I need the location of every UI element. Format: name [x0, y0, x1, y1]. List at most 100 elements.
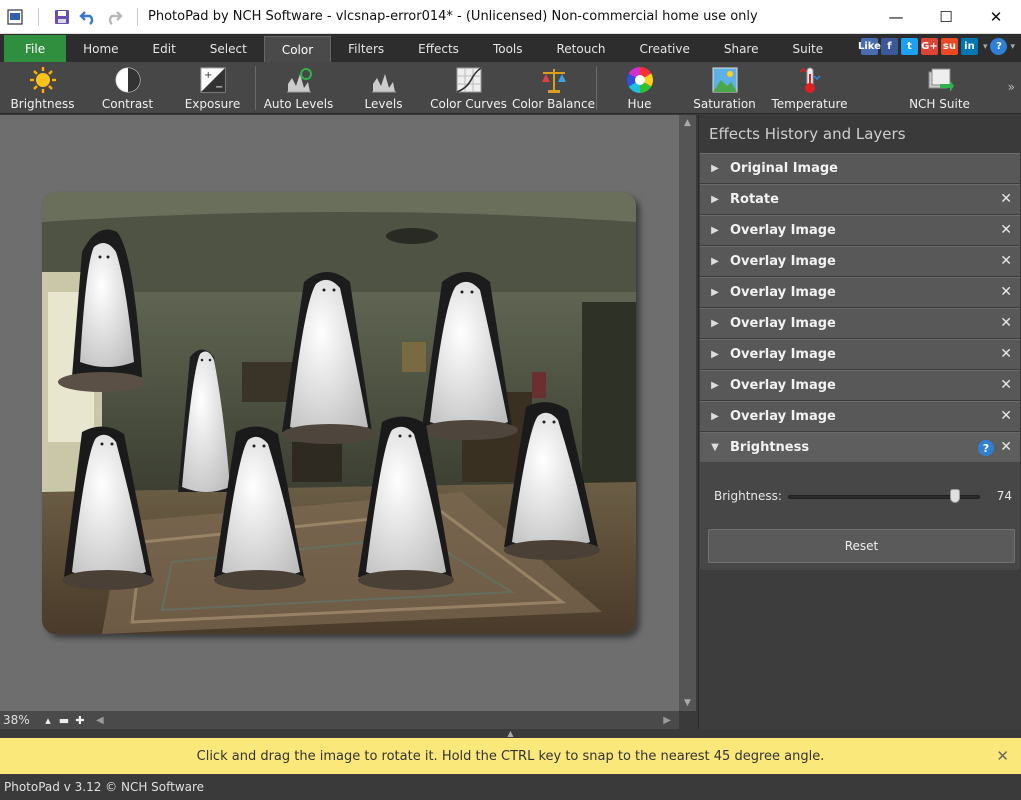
collapse-triangle-icon[interactable]: ▼	[700, 442, 730, 453]
tab-file[interactable]: File	[4, 35, 67, 62]
facebook-icon[interactable]: f	[880, 38, 898, 55]
close-icon[interactable]: ✕	[996, 747, 1009, 765]
minimize-button[interactable]: —	[871, 0, 921, 34]
brightness-slider-label: Brightness:	[714, 489, 782, 503]
zoom-dropdown-icon[interactable]: ▴	[40, 712, 56, 728]
expand-triangle-icon[interactable]: ▶	[700, 318, 730, 329]
auto-levels-tool[interactable]: Auto Levels	[256, 62, 341, 114]
layer-row[interactable]: ▶ Rotate ✕	[700, 184, 1020, 214]
app-icon[interactable]	[6, 8, 24, 26]
nch-suite-tool[interactable]: NCH Suite	[897, 62, 982, 114]
scroll-up-icon[interactable]: ▲	[679, 115, 696, 131]
temperature-tool[interactable]: Temperature	[767, 62, 852, 114]
window-title: PhotoPad by NCH Software - vlcsnap-error…	[148, 9, 758, 24]
brightness-tool-label: Brightness	[10, 97, 75, 111]
tab-suite[interactable]: Suite	[776, 36, 841, 62]
expand-triangle-icon[interactable]: ▶	[700, 256, 730, 267]
scroll-right-icon[interactable]: ▶	[663, 715, 671, 726]
expand-triangle-icon[interactable]: ▶	[700, 287, 730, 298]
stumbleupon-icon[interactable]: su	[940, 38, 958, 55]
color-curves-tool[interactable]: Color Curves	[426, 62, 511, 114]
exposure-tool[interactable]: + − Exposure	[170, 62, 255, 114]
layer-brightness[interactable]: ▼ Brightness ? ✕	[700, 432, 1020, 462]
linkedin-icon[interactable]: in	[960, 38, 978, 55]
color-balance-tool[interactable]: Color Balance	[511, 62, 596, 114]
chevron-down-icon[interactable]: ▾	[983, 42, 988, 52]
save-icon[interactable]	[53, 8, 71, 26]
brightness-settings: Brightness: 74 Reset	[700, 462, 1020, 570]
chevron-down-icon[interactable]: ▾	[1010, 42, 1015, 52]
layer-row[interactable]: ▶ Overlay Image ✕	[700, 308, 1020, 338]
expand-triangle-icon[interactable]: ▶	[700, 411, 730, 422]
facebook-like-icon[interactable]: Like	[858, 38, 881, 55]
layer-label: Overlay Image	[730, 254, 836, 269]
tab-home[interactable]: Home	[66, 36, 135, 62]
zoom-in-button[interactable]: ✚	[72, 712, 88, 728]
close-button[interactable]: ✕	[971, 0, 1021, 34]
levels-tool-label: Levels	[364, 97, 403, 111]
tab-select[interactable]: Select	[193, 36, 264, 62]
scroll-left-icon[interactable]: ◀	[96, 715, 104, 726]
saturation-tool-label: Saturation	[693, 97, 756, 111]
zoom-out-button[interactable]: ▬	[56, 712, 72, 728]
google-plus-icon[interactable]: G+	[920, 38, 938, 55]
close-icon[interactable]: ✕	[1000, 253, 1012, 269]
tab-effects[interactable]: Effects	[401, 36, 476, 62]
tab-edit[interactable]: Edit	[136, 36, 193, 62]
levels-icon	[370, 66, 398, 94]
tab-color[interactable]: Color	[263, 36, 332, 62]
maximize-button[interactable]: ☐	[921, 0, 971, 34]
layer-row[interactable]: ▶ Original Image	[700, 153, 1020, 183]
redo-icon[interactable]	[105, 8, 123, 26]
saturation-tool[interactable]: Saturation	[682, 62, 767, 114]
tab-filters[interactable]: Filters	[331, 36, 401, 62]
layer-row[interactable]: ▶ Overlay Image ✕	[700, 339, 1020, 369]
layer-row[interactable]: ▶ Overlay Image ✕	[700, 401, 1020, 431]
scroll-down-icon[interactable]: ▼	[679, 695, 696, 711]
expand-triangle-icon[interactable]: ▶	[700, 163, 730, 174]
close-icon[interactable]: ✕	[1000, 284, 1012, 300]
tab-retouch[interactable]: Retouch	[540, 36, 623, 62]
twitter-icon[interactable]: t	[900, 38, 918, 55]
layer-label: Rotate	[730, 192, 779, 207]
hue-tool[interactable]: Hue	[597, 62, 682, 114]
expand-triangle-icon[interactable]: ▶	[700, 380, 730, 391]
tab-tools[interactable]: Tools	[476, 36, 540, 62]
tab-share[interactable]: Share	[707, 36, 776, 62]
status-bar: PhotoPad v 3.12 © NCH Software	[0, 774, 1021, 800]
menu-bar: File Home Edit Select Color Filters Effe…	[0, 34, 1021, 62]
close-icon[interactable]: ✕	[1000, 222, 1012, 238]
reset-button[interactable]: Reset	[708, 529, 1015, 563]
layer-label: Brightness	[730, 440, 810, 455]
expand-triangle-icon[interactable]: ▶	[700, 349, 730, 360]
close-icon[interactable]: ✕	[1000, 439, 1012, 455]
layer-row[interactable]: ▶ Overlay Image ✕	[700, 277, 1020, 307]
photo-image[interactable]	[42, 192, 636, 634]
zoom-level[interactable]: 38%	[0, 713, 40, 727]
close-icon[interactable]: ✕	[1000, 346, 1012, 362]
contrast-tool[interactable]: Contrast	[85, 62, 170, 114]
close-icon[interactable]: ✕	[1000, 408, 1012, 424]
help-icon[interactable]: ?	[990, 38, 1008, 55]
splitter-arrow-icon[interactable]: ▲	[507, 729, 513, 738]
brightness-tool[interactable]: Brightness	[0, 62, 85, 114]
layer-row[interactable]: ▶ Overlay Image ✕	[700, 370, 1020, 400]
close-icon[interactable]: ✕	[1000, 191, 1012, 207]
layer-row[interactable]: ▶ Overlay Image ✕	[700, 246, 1020, 276]
undo-icon[interactable]	[79, 8, 97, 26]
expand-triangle-icon[interactable]: ▶	[700, 225, 730, 236]
layer-label: Overlay Image	[730, 378, 836, 393]
layer-label: Overlay Image	[730, 285, 836, 300]
tab-creative[interactable]: Creative	[623, 36, 707, 62]
close-icon[interactable]: ✕	[1000, 315, 1012, 331]
help-icon[interactable]: ?	[978, 440, 994, 456]
toolbar-more-button[interactable]: »	[1008, 80, 1015, 94]
brightness-slider-thumb[interactable]	[950, 489, 961, 503]
levels-tool[interactable]: Levels	[341, 62, 426, 114]
expand-triangle-icon[interactable]: ▶	[700, 194, 730, 205]
close-icon[interactable]: ✕	[1000, 377, 1012, 393]
vertical-scrollbar[interactable]: ▲ ▼	[679, 115, 696, 711]
layer-row[interactable]: ▶ Overlay Image ✕	[700, 215, 1020, 245]
panel-splitter[interactable]: ▲	[0, 729, 1021, 738]
horizontal-scrollbar[interactable]: ◀ ▶	[88, 712, 679, 728]
